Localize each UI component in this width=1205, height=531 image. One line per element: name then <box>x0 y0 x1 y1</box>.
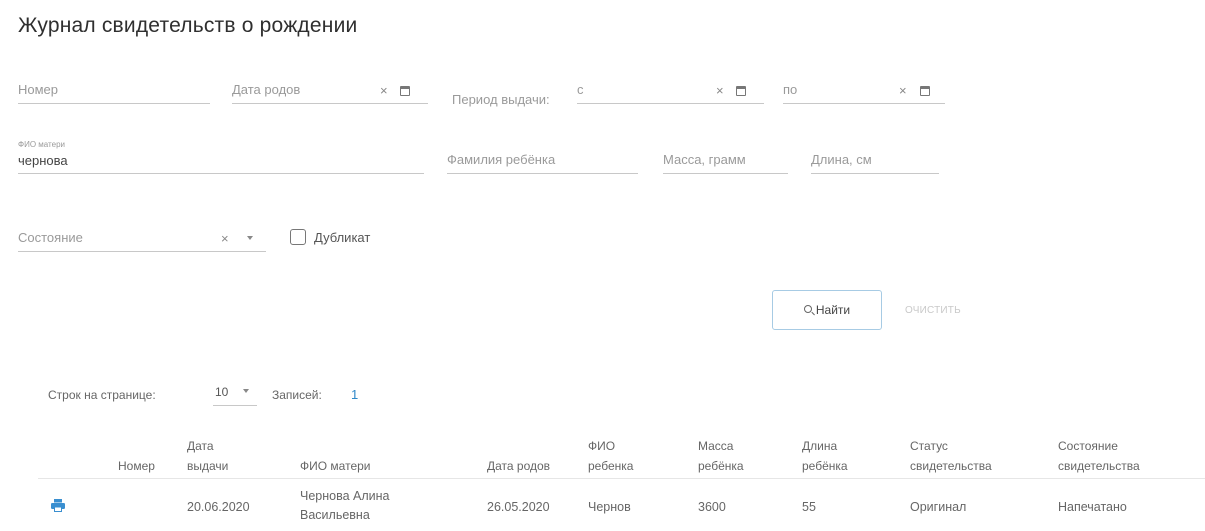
table-header-divider <box>38 478 1205 479</box>
cell-issue-date: 20.06.2020 <box>187 500 250 514</box>
weight-placeholder: Масса, грамм <box>663 152 746 167</box>
period-to-placeholder: по <box>783 82 798 97</box>
find-button[interactable]: Найти <box>772 290 882 330</box>
cell-mother-name-line2: Васильевна <box>300 508 370 522</box>
duplicate-checkbox[interactable] <box>290 229 306 245</box>
child-surname-input[interactable]: Фамилия ребёнка <box>447 148 638 174</box>
cell-cert-state: Напечатано <box>1058 500 1127 514</box>
clear-icon[interactable]: × <box>221 232 229 246</box>
calendar-icon[interactable] <box>736 86 746 96</box>
chevron-down-icon <box>243 389 249 393</box>
child-surname-placeholder: Фамилия ребёнка <box>447 152 556 167</box>
column-header-state-line1[interactable]: Состояние <box>1058 436 1118 456</box>
column-header-mother-name[interactable]: ФИО матери <box>300 456 371 476</box>
cell-cert-status: Оригинал <box>910 500 967 514</box>
clear-icon[interactable]: × <box>899 84 907 98</box>
length-input[interactable]: Длина, см <box>811 148 939 174</box>
mother-name-value: чернова <box>18 153 68 168</box>
calendar-icon[interactable] <box>920 86 930 96</box>
duplicate-label: Дубликат <box>314 230 371 245</box>
calendar-icon[interactable] <box>400 86 410 96</box>
rows-per-page-select[interactable]: 10 <box>213 384 257 406</box>
find-button-label: Найти <box>815 303 851 317</box>
weight-input[interactable]: Масса, грамм <box>663 148 788 174</box>
column-header-birth-date[interactable]: Дата родов <box>487 456 550 476</box>
mother-name-label: ФИО матери <box>18 140 65 149</box>
period-from-input[interactable]: с × <box>577 78 764 104</box>
cell-mother-name-line1: Чернова Алина <box>300 489 390 503</box>
period-to-input[interactable]: по × <box>783 78 945 104</box>
rows-per-page-value: 10 <box>215 385 229 399</box>
page-title: Журнал свидетельств о рождении <box>18 14 358 37</box>
cell-child-weight: 3600 <box>698 500 726 514</box>
state-placeholder: Состояние <box>18 230 83 245</box>
column-header-length-line2[interactable]: ребёнка <box>802 456 848 476</box>
clear-icon[interactable]: × <box>716 84 724 98</box>
clear-icon[interactable]: × <box>380 84 388 98</box>
column-header-child-name-line2[interactable]: ребенка <box>588 456 633 476</box>
column-header-status-line1[interactable]: Статус <box>910 436 948 456</box>
length-placeholder: Длина, см <box>811 152 872 167</box>
column-header-issue-date-line2[interactable]: выдачи <box>187 456 228 476</box>
printer-icon[interactable] <box>51 499 65 512</box>
column-header-weight-line1[interactable]: Масса <box>698 436 733 456</box>
clear-button[interactable]: очистить <box>905 305 961 316</box>
column-header-state-line2[interactable]: свидетельства <box>1058 456 1140 476</box>
cell-child-length: 55 <box>802 500 816 514</box>
column-header-length-line1[interactable]: Длина <box>802 436 837 456</box>
rows-per-page-label: Строк на странице: <box>48 388 156 402</box>
state-select[interactable]: Состояние × <box>18 226 266 252</box>
issue-period-label: Период выдачи: <box>452 92 550 107</box>
chevron-down-icon[interactable] <box>247 236 253 240</box>
cell-birth-date: 26.05.2020 <box>487 500 550 514</box>
records-count: 1 <box>351 387 359 402</box>
mother-name-input[interactable]: ФИО матери чернова <box>18 140 424 174</box>
column-header-issue-date-line1[interactable]: Дата <box>187 436 214 456</box>
column-header-status-line2[interactable]: свидетельства <box>910 456 992 476</box>
column-header-number[interactable]: Номер <box>118 456 155 476</box>
period-from-placeholder: с <box>577 82 584 97</box>
birth-date-input[interactable]: Дата родов × <box>232 78 428 104</box>
column-header-child-name-line1[interactable]: ФИО <box>588 436 615 456</box>
number-input[interactable]: Номер <box>18 78 210 104</box>
number-placeholder: Номер <box>18 82 59 97</box>
column-header-weight-line2[interactable]: ребёнка <box>698 456 744 476</box>
records-label: Записей: <box>272 388 322 402</box>
cell-child-name: Чернов <box>588 500 631 514</box>
birth-date-placeholder: Дата родов <box>232 82 301 97</box>
search-icon <box>803 305 812 313</box>
